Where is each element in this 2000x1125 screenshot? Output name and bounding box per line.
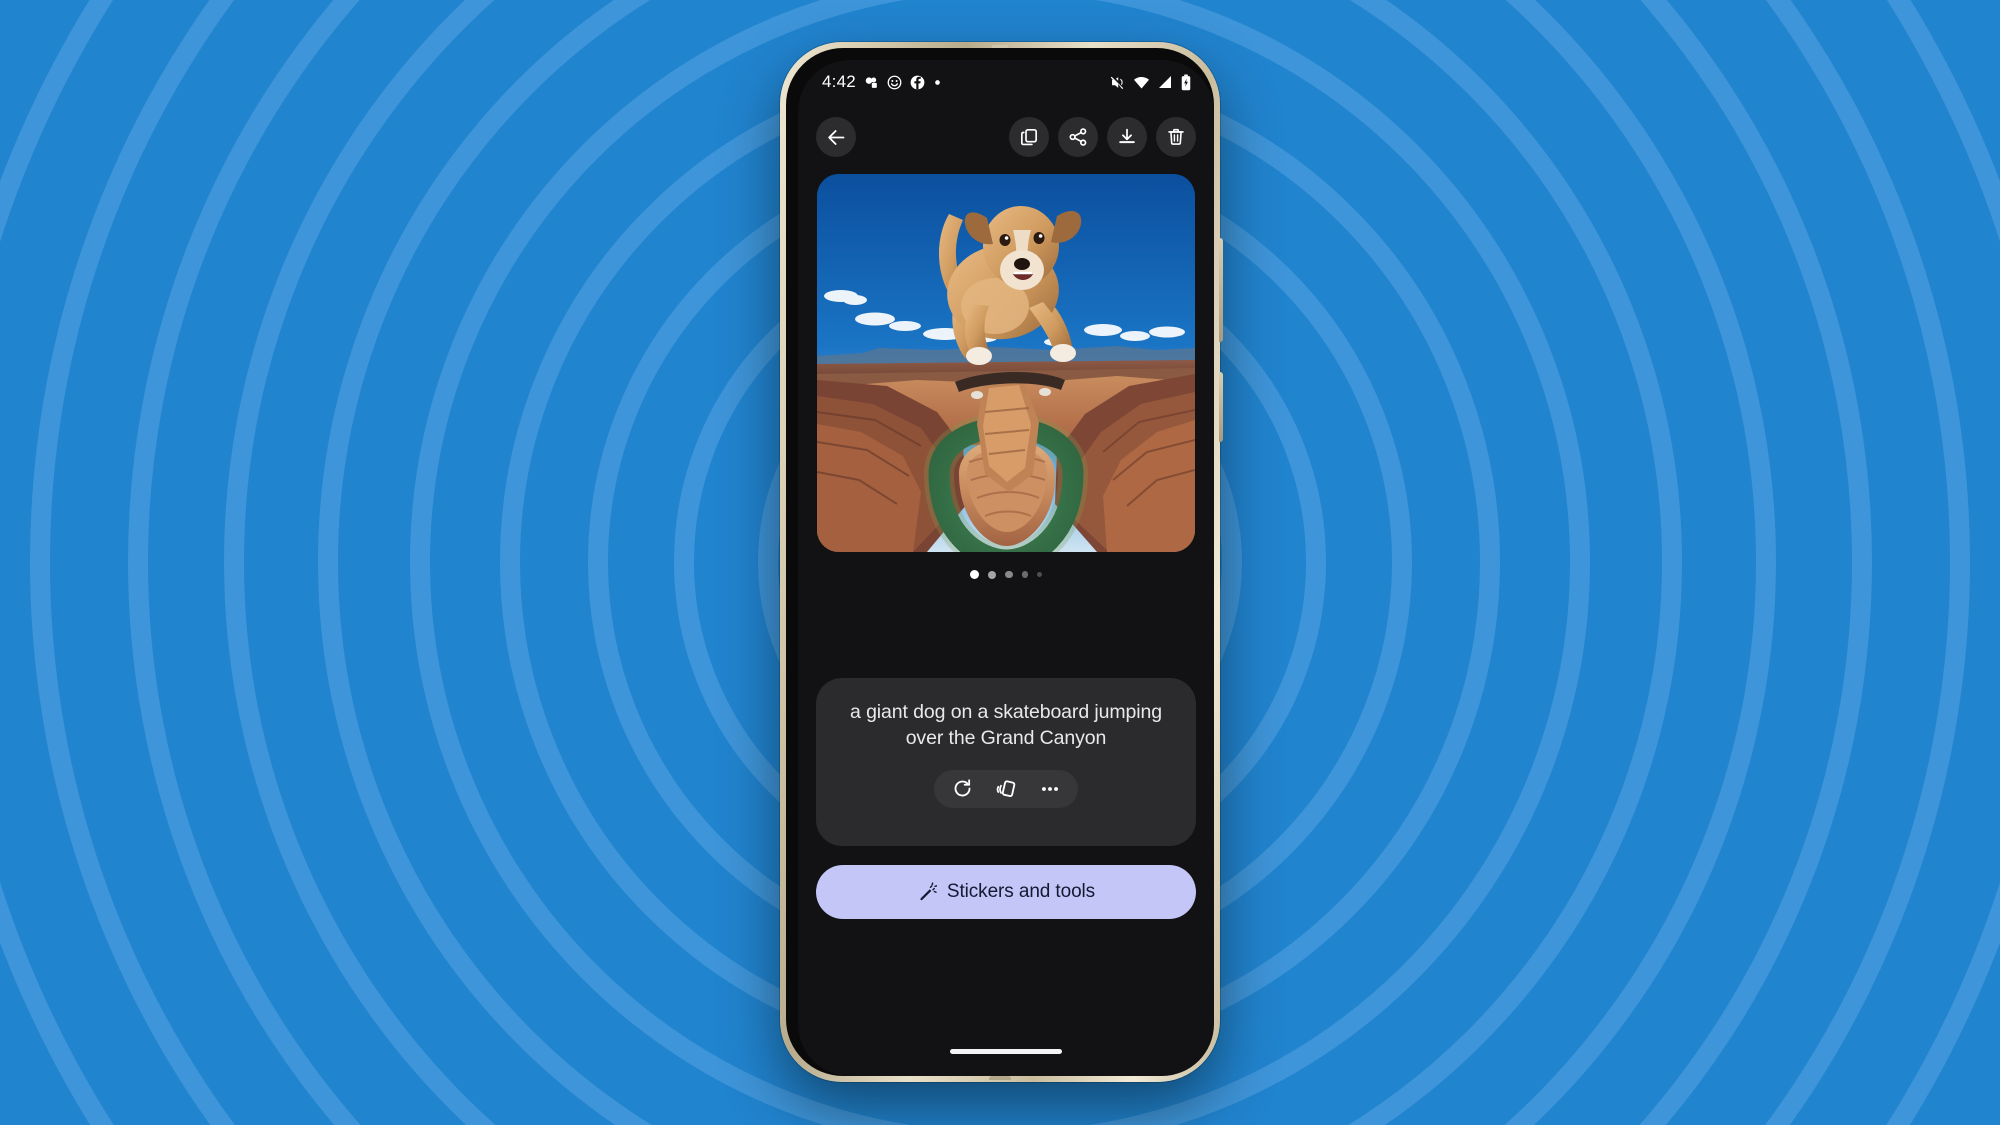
status-bar-clock: 4:42: [822, 72, 856, 91]
status-bar: 4:42: [798, 60, 1214, 104]
prompt-action-pill: [934, 769, 1078, 808]
toolbar-actions: [1009, 117, 1196, 157]
battery-charging-icon: [1181, 73, 1191, 90]
cellular-signal-icon: [1159, 76, 1171, 88]
power-button[interactable]: [1219, 372, 1223, 442]
smiley-icon: [887, 75, 902, 89]
carousel-dot[interactable]: [970, 570, 979, 579]
dot-icon: [935, 79, 940, 85]
share-button[interactable]: [1058, 117, 1098, 157]
top-toolbar: [798, 110, 1214, 164]
generated-image: [817, 174, 1195, 552]
duplicate-button[interactable]: [1009, 117, 1049, 157]
home-indicator[interactable]: [950, 1049, 1062, 1054]
page-background: 4:42 a giant dog on a skateboard jumping…: [0, 0, 2000, 1125]
wifi-icon: [1133, 76, 1150, 89]
more-horizontal-icon: [1042, 786, 1058, 791]
trash-icon: [1168, 128, 1184, 145]
status-bar-right: [1109, 73, 1192, 91]
delete-button[interactable]: [1156, 117, 1196, 157]
phone-screen: 4:42 a giant dog on a skateboard jumping…: [798, 60, 1214, 1076]
back-button[interactable]: [816, 117, 856, 157]
stickers-and-tools-label: Stickers and tools: [946, 881, 1096, 902]
share-icon: [1069, 128, 1087, 146]
carousel-dot[interactable]: [988, 570, 996, 579]
generated-image-card[interactable]: [817, 174, 1195, 552]
carousel-dot[interactable]: [1021, 571, 1028, 578]
prompt-card: a giant dog on a skateboard jumping over…: [816, 678, 1196, 846]
variations-button[interactable]: [989, 772, 1023, 806]
duplicate-icon: [1021, 129, 1037, 146]
download-icon: [1119, 128, 1135, 144]
regenerate-button[interactable]: [945, 772, 979, 806]
back-arrow-icon: [827, 129, 844, 145]
carousel-dot[interactable]: [1005, 570, 1013, 579]
silent-mode-icon: [1110, 76, 1124, 89]
more-options-button[interactable]: [1033, 772, 1067, 806]
photos-icon: [865, 76, 877, 88]
card-swipe-icon: [996, 780, 1016, 797]
carousel-page-indicator[interactable]: [798, 570, 1214, 579]
phone-device-frame: 4:42 a giant dog on a skateboard jumping…: [780, 42, 1223, 1082]
refresh-icon: [954, 779, 970, 797]
status-bar-left: 4:42: [822, 72, 942, 92]
magic-wand-icon: [920, 882, 937, 901]
stickers-and-tools-button[interactable]: Stickers and tools: [816, 865, 1196, 919]
download-button[interactable]: [1107, 117, 1147, 157]
prompt-text: a giant dog on a skateboard jumping over…: [850, 701, 1162, 749]
carousel-dot[interactable]: [1037, 572, 1042, 577]
facebook-icon: [910, 75, 925, 89]
phone-bezel: 4:42 a giant dog on a skateboard jumping…: [786, 48, 1214, 1076]
frame-antenna-notch-bottom: [989, 1076, 1011, 1080]
volume-button[interactable]: [1219, 238, 1223, 342]
